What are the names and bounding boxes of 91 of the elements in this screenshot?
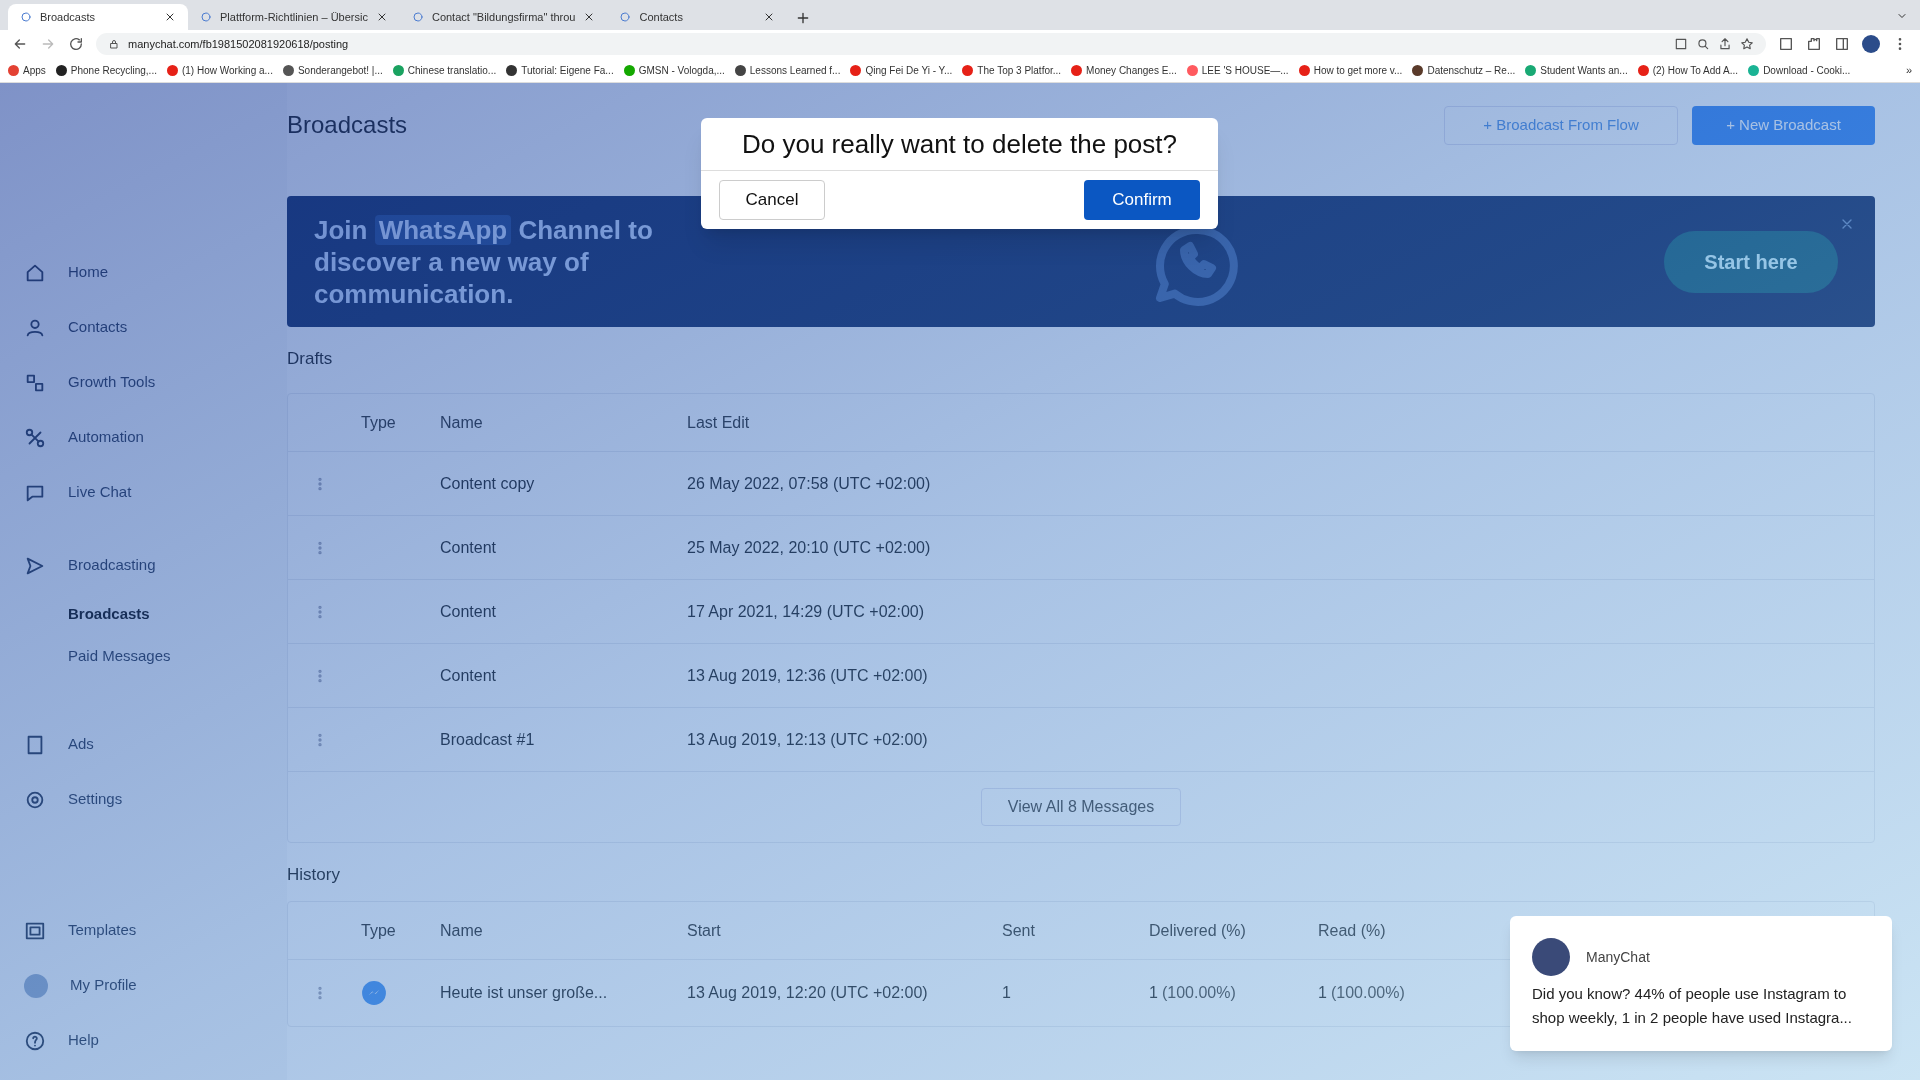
column-header: Start (687, 921, 721, 939)
cancel-button[interactable]: Cancel (719, 180, 825, 220)
draft-name[interactable]: Content copy (440, 474, 535, 492)
bookmark[interactable]: LEE 'S HOUSE—... (1186, 62, 1289, 78)
avatar-icon[interactable] (1862, 35, 1880, 53)
automation-icon (24, 426, 46, 449)
bookmark[interactable]: Lessons Learned f... (734, 62, 841, 78)
star-icon[interactable] (1740, 37, 1754, 51)
address-bar[interactable]: manychat.com/fb1981502081920618/posting (96, 33, 1766, 55)
sidebar-item[interactable]: Templates (24, 903, 287, 958)
table-cell: 13 Aug 2019, 12:13 (UTC +02:00) (687, 730, 928, 748)
column-header: Last Edit (687, 413, 750, 431)
sidebar-item[interactable]: Automation (24, 410, 287, 465)
sidebar-item[interactable]: Contacts (24, 300, 287, 355)
section-title: Drafts (287, 347, 333, 370)
back-icon[interactable] (12, 36, 28, 52)
site-icon (200, 11, 212, 23)
draft-name[interactable]: Content (440, 538, 497, 556)
bookmark[interactable]: Apps (8, 62, 46, 78)
browser-tab[interactable]: Plattform-Richtlinien – Übersic (188, 4, 400, 30)
sidebar-item[interactable]: Growth Tools (24, 355, 287, 410)
sidebar-item[interactable]: Broadcasting (24, 538, 287, 593)
bookmark[interactable]: Download - Cooki... (1748, 62, 1851, 78)
draft-name[interactable]: Content (440, 602, 497, 620)
sidebar-item[interactable]: Ads (24, 717, 287, 772)
browser-tab[interactable]: Broadcasts (8, 4, 188, 30)
column-header: Name (440, 921, 483, 939)
browser-tab[interactable]: Contact "Bildungsfirma" throu (399, 4, 608, 30)
column-header: Type (361, 921, 396, 939)
help-icon (24, 1029, 46, 1052)
banner-text: Join WhatsApp Channel to discover a new way of communication. (314, 213, 654, 310)
close-icon[interactable] (164, 11, 176, 23)
sidebar-item[interactable]: Live Chat (24, 465, 287, 520)
view-all-button[interactable]: View All 8 Messages (980, 788, 1182, 826)
sidebar-item[interactable]: My Profile (24, 958, 287, 1013)
lock-icon (108, 38, 120, 50)
browser-tab[interactable]: Contacts (607, 4, 788, 30)
bookmark[interactable]: Qing Fei De Yi - Y... (850, 62, 953, 78)
table-cell: 17 Apr 2021, 14:29 (UTC +02:00) (687, 602, 925, 620)
table-cell: 26 May 2022, 07:58 (UTC +02:00) (687, 474, 931, 492)
percentage-text: (100.00%) (1161, 983, 1236, 1003)
section-title: History (287, 863, 340, 886)
percentage-text: (100.00%) (1330, 983, 1405, 1003)
site-icon (20, 11, 32, 23)
site-icon (619, 11, 632, 23)
more-bookmarks[interactable]: » (1905, 61, 1912, 79)
table-cell-text: 1 (1149, 983, 1158, 1003)
bookmark[interactable]: (2) How To Add A... (1637, 62, 1739, 78)
confirm-button[interactable]: Confirm (1084, 180, 1200, 220)
reload-icon[interactable] (68, 36, 84, 52)
column-header: Name (440, 413, 483, 431)
bookmark[interactable]: How to get more v... (1298, 62, 1403, 78)
site-icon (411, 11, 424, 23)
messenger-icon (361, 980, 387, 1006)
table-cell: 13 Aug 2019, 12:20 (UTC +02:00) (687, 984, 928, 1001)
table-cell: 1 (1002, 984, 1011, 1001)
bookmark[interactable]: Phone Recycling,... (55, 62, 157, 78)
column-header: Type (361, 413, 396, 431)
draft-name[interactable]: Content (440, 666, 497, 684)
table-cell: 13 Aug 2019, 12:36 (UTC +02:00) (687, 666, 928, 684)
zoom-icon[interactable] (1696, 37, 1710, 51)
bookmark[interactable]: Student Wants an... (1525, 62, 1628, 78)
sidebar-item[interactable]: Home (24, 245, 287, 300)
avatar-icon (1532, 938, 1570, 976)
sidebar-item[interactable]: Help (24, 1013, 287, 1068)
column-header: Delivered (%) (1149, 921, 1246, 939)
sidebar-subitem[interactable]: Broadcasts (24, 593, 287, 635)
sender-name: ManyChat (1586, 947, 1650, 967)
column-header: Sent (1002, 921, 1035, 939)
column-header: Read (%) (1318, 921, 1386, 939)
share-icon[interactable] (1718, 37, 1732, 51)
broadcast-name[interactable]: Heute ist unser große... (440, 984, 608, 1001)
draft-name[interactable]: Broadcast #1 (440, 730, 535, 748)
bookmark[interactable]: Money Changes E... (1071, 62, 1177, 78)
avatar-icon (24, 973, 48, 998)
chat-message: Did you know? 44% of people use Instagram to shop weekly, 1 in 2 people have used Instagra... (1532, 984, 1853, 1028)
sidebar-icon[interactable] (1834, 36, 1850, 52)
bookmark[interactable]: (1) How Working a... (166, 62, 273, 78)
bookmark[interactable]: Chinese translatio... (392, 62, 497, 78)
bookmark[interactable]: Sonderangebot! |... (282, 62, 383, 78)
dialog-title: Do you really want to delete the post? (701, 118, 1218, 171)
puzzle-icon[interactable] (1806, 36, 1822, 52)
bookmark[interactable]: Datenschutz – Re... (1412, 62, 1516, 78)
bookmark[interactable]: Tutorial: Eigene Fa... (506, 62, 614, 78)
sidebar-item[interactable]: Settings (24, 772, 287, 827)
table-cell-text: 1 (1318, 983, 1327, 1003)
bookmark[interactable]: GMSN - Vologda,... (623, 62, 725, 78)
bookmark[interactable]: The Top 3 Platfor... (962, 62, 1062, 78)
page-title: Broadcasts (287, 110, 409, 140)
table-cell: 25 May 2022, 20:10 (UTC +02:00) (687, 538, 931, 556)
sidebar-subitem[interactable]: Paid Messages (24, 635, 287, 677)
